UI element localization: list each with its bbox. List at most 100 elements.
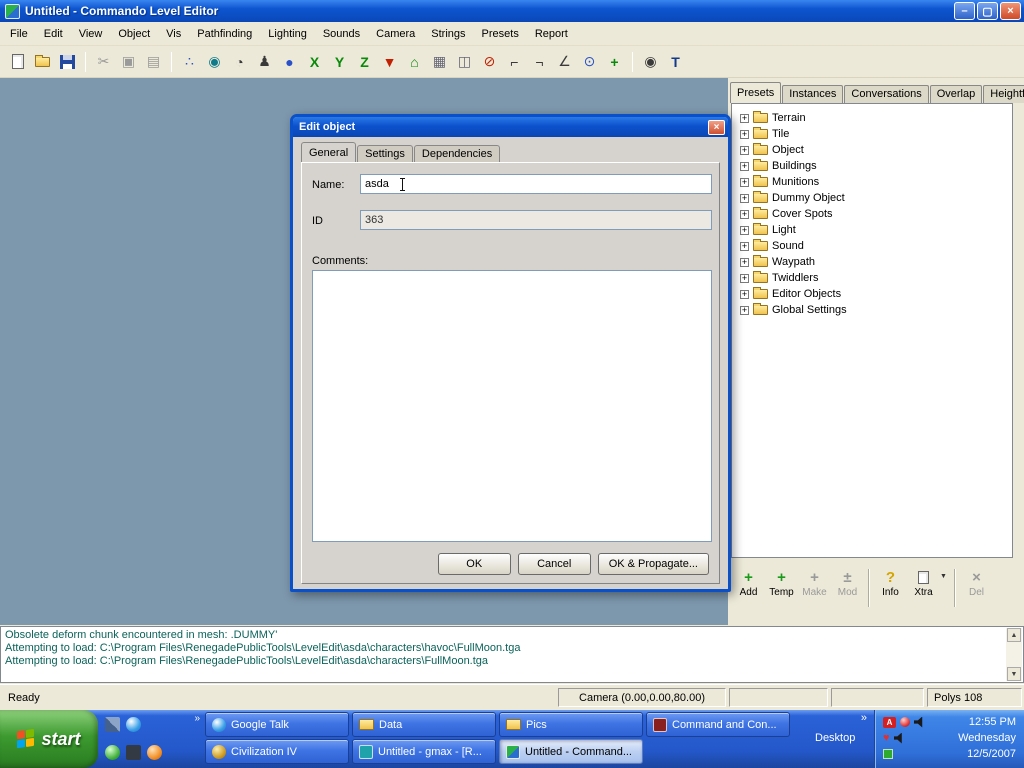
ok-propagate-button[interactable]: OK & Propagate...	[598, 553, 709, 575]
tree-item[interactable]: Editor Objects	[732, 286, 1012, 302]
quick-launch-icon-4[interactable]	[126, 745, 141, 760]
xtra-button[interactable]: Xtra	[907, 567, 940, 598]
text-cursor-icon[interactable]: T	[664, 50, 687, 73]
plus-tool-icon[interactable]: +	[603, 50, 626, 73]
tab-settings[interactable]: Settings	[357, 145, 413, 162]
dialog-close-button[interactable]: ×	[708, 120, 725, 135]
desktop-toolbar[interactable]: Desktop	[795, 710, 873, 768]
clock-time[interactable]: 12:55 PM	[969, 716, 1016, 728]
log-scrollbar[interactable]	[1006, 628, 1022, 681]
menu-edit[interactable]: Edit	[36, 24, 71, 44]
walk-tool-icon[interactable]: ♟	[253, 50, 276, 73]
angle-tool-icon[interactable]: ∠	[553, 50, 576, 73]
cut-icon[interactable]: ✂	[92, 50, 115, 73]
eye-icon[interactable]: ◉	[639, 50, 662, 73]
tree-item[interactable]: Object	[732, 142, 1012, 158]
expand-icon[interactable]	[740, 274, 749, 283]
menu-object[interactable]: Object	[110, 24, 158, 44]
tree-item[interactable]: Dummy Object	[732, 190, 1012, 206]
tree-item[interactable]: Munitions	[732, 174, 1012, 190]
tree-item[interactable]: Global Settings	[732, 302, 1012, 318]
minimize-button[interactable]: –	[954, 2, 975, 20]
weapon2-tool-icon[interactable]: ¬	[528, 50, 551, 73]
tab-general[interactable]: General	[301, 142, 356, 162]
quick-launch-icon-3[interactable]	[105, 745, 120, 760]
tab-heightfield[interactable]: Heightfield	[983, 85, 1024, 103]
tree-item[interactable]: Buildings	[732, 158, 1012, 174]
paste-icon[interactable]: ▤	[142, 50, 165, 73]
axis-y-icon[interactable]: Y	[328, 50, 351, 73]
tree-item[interactable]: Cover Spots	[732, 206, 1012, 222]
expand-icon[interactable]	[740, 178, 749, 187]
taskbar-button-google-talk[interactable]: Google Talk	[205, 712, 349, 737]
taskbar-button-data[interactable]: Data	[352, 712, 496, 737]
monitor-tool-icon[interactable]: ◫	[453, 50, 476, 73]
expand-icon[interactable]	[740, 306, 749, 315]
taskbar-button-level-editor[interactable]: Untitled - Command...	[499, 739, 643, 764]
menu-pathfinding[interactable]: Pathfinding	[189, 24, 260, 44]
green-tray-icon[interactable]	[883, 749, 893, 759]
expand-icon[interactable]	[740, 146, 749, 155]
axis-z-icon[interactable]: Z	[353, 50, 376, 73]
menu-vis[interactable]: Vis	[158, 24, 189, 44]
sprinkle-tool-icon[interactable]: ∴	[178, 50, 201, 73]
copy-icon[interactable]: ▣	[117, 50, 140, 73]
orbit-tool-icon[interactable]: ◉	[203, 50, 226, 73]
restore-button[interactable]: ▢	[977, 2, 998, 20]
menu-presets[interactable]: Presets	[474, 24, 527, 44]
xtra-dropdown-arrow[interactable]	[940, 567, 950, 580]
start-button[interactable]: start	[0, 710, 98, 768]
tab-overlap[interactable]: Overlap	[930, 85, 983, 103]
new-icon[interactable]	[6, 50, 29, 73]
tab-conversations[interactable]: Conversations	[844, 85, 928, 103]
expand-icon[interactable]	[740, 162, 749, 171]
expand-icon[interactable]	[740, 242, 749, 251]
taskbar-button-gmax[interactable]: Untitled - gmax - [R...	[352, 739, 496, 764]
tree-item[interactable]: Twiddlers	[732, 270, 1012, 286]
taskbar-button-command-and-conquer[interactable]: Command and Con...	[646, 712, 790, 737]
expand-icon[interactable]	[740, 130, 749, 139]
desktop-chevron-icon[interactable]	[861, 712, 867, 724]
info-button[interactable]: ? Info	[874, 567, 907, 598]
tab-presets[interactable]: Presets	[730, 82, 781, 103]
rotate-tool-icon[interactable]: ◔	[228, 50, 251, 73]
quick-launch-icon-2[interactable]	[126, 717, 141, 732]
mod-button[interactable]: ± Mod	[831, 567, 864, 598]
expand-icon[interactable]	[740, 114, 749, 123]
menu-strings[interactable]: Strings	[423, 24, 473, 44]
tree-item[interactable]: Sound	[732, 238, 1012, 254]
expand-icon[interactable]	[740, 210, 749, 219]
menu-camera[interactable]: Camera	[368, 24, 423, 44]
menu-report[interactable]: Report	[527, 24, 576, 44]
spheres-tool-icon[interactable]: ⊙	[578, 50, 601, 73]
taskbar-button-pics[interactable]: Pics	[499, 712, 643, 737]
menu-lighting[interactable]: Lighting	[260, 24, 315, 44]
cancel-button[interactable]: Cancel	[518, 553, 591, 575]
chat-tool-icon[interactable]: ●	[278, 50, 301, 73]
box-tool-icon[interactable]: ▦	[428, 50, 451, 73]
make-button[interactable]: + Make	[798, 567, 831, 598]
quick-launch-icon-5[interactable]	[147, 745, 162, 760]
expand-icon[interactable]	[740, 258, 749, 267]
tree-item[interactable]: Terrain	[732, 110, 1012, 126]
taskbar-button-civilization[interactable]: Civilization IV	[205, 739, 349, 764]
titlebar[interactable]: Untitled - Commando Level Editor – ▢ ×	[0, 0, 1024, 22]
tab-dependencies[interactable]: Dependencies	[414, 145, 500, 162]
menu-sounds[interactable]: Sounds	[315, 24, 368, 44]
quick-launch-icon-1[interactable]	[105, 717, 120, 732]
name-field[interactable]: asda	[360, 174, 712, 194]
menu-view[interactable]: View	[71, 24, 111, 44]
ati-tray-icon[interactable]: A	[883, 717, 896, 728]
expand-icon[interactable]	[740, 290, 749, 299]
building-tool-icon[interactable]: ⌂	[403, 50, 426, 73]
open-icon[interactable]	[31, 50, 54, 73]
quick-launch-chevron-icon[interactable]	[194, 713, 200, 724]
tab-instances[interactable]: Instances	[782, 85, 843, 103]
alert-tray-icon[interactable]	[900, 717, 910, 727]
comments-field[interactable]	[312, 270, 712, 542]
tree-item[interactable]: Tile	[732, 126, 1012, 142]
weapon-tool-icon[interactable]: ⌐	[503, 50, 526, 73]
tree-item[interactable]: Light	[732, 222, 1012, 238]
volume2-tray-icon[interactable]	[894, 733, 905, 744]
scroll-up-icon[interactable]	[1007, 628, 1021, 642]
